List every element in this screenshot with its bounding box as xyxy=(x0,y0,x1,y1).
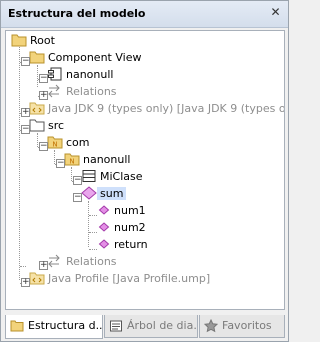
expand-toggle[interactable]: + xyxy=(39,261,48,270)
profile-icon xyxy=(29,272,45,285)
tree-item-nanonull-namespace[interactable]: N nanonull xyxy=(6,151,282,168)
close-button[interactable]: ✕ xyxy=(267,4,284,21)
collapse-toggle[interactable]: − xyxy=(39,142,48,151)
parameter-icon xyxy=(98,205,110,215)
parameter-icon xyxy=(98,239,110,249)
library-icon xyxy=(29,102,45,115)
tree-item-label: num2 xyxy=(114,221,146,234)
tree-item-label: num1 xyxy=(114,204,146,217)
svg-text:N: N xyxy=(69,158,74,166)
expand-toggle[interactable]: + xyxy=(21,108,30,117)
tree-item-label: Relations xyxy=(66,255,117,268)
collapse-toggle[interactable]: − xyxy=(56,159,65,168)
tree-item-label: nanonull xyxy=(66,68,114,81)
tree-item-label: Root xyxy=(30,34,55,47)
diagram-tree-icon xyxy=(110,320,122,332)
tree-item-root[interactable]: Root xyxy=(6,32,282,49)
tab-label: Árbol de dia... xyxy=(127,319,198,332)
tab-label: Estructura d... xyxy=(28,319,103,332)
namespace-icon: N xyxy=(64,153,80,166)
tree-item-src[interactable]: src xyxy=(6,117,282,134)
panel-tab-bar: Estructura d... Árbol de dia... Favorito… xyxy=(5,315,285,339)
panel-title: Estructura del modelo xyxy=(8,7,146,20)
tree-item-label-wrapper: sum xyxy=(97,185,127,202)
expand-toggle[interactable]: + xyxy=(21,278,30,287)
collapse-toggle[interactable]: − xyxy=(73,193,82,202)
tree-item-return[interactable]: return xyxy=(6,236,282,253)
tab-diagram-tree[interactable]: Árbol de dia... xyxy=(104,315,198,338)
relations-icon xyxy=(48,254,60,268)
model-structure-panel: Estructura del modelo ✕ − − + + − − − − … xyxy=(0,0,289,342)
tree-item-component-view[interactable]: Component View xyxy=(6,49,282,66)
tree-item-label: nanonull xyxy=(83,153,131,166)
tree-item-label: MiClase xyxy=(100,170,143,183)
tree-item-label: Relations xyxy=(66,85,117,98)
favorites-icon xyxy=(204,319,218,333)
tree-item-num2[interactable]: num2 xyxy=(6,219,282,236)
root-folder-icon xyxy=(11,34,27,47)
tree-item-sum[interactable]: sum xyxy=(6,185,282,202)
tab-label: Favoritos xyxy=(222,319,272,332)
parameter-icon xyxy=(98,222,110,232)
tree-item-num1[interactable]: num1 xyxy=(6,202,282,219)
collapse-toggle[interactable]: − xyxy=(21,57,30,66)
tree-item-java-profile[interactable]: Java Profile [Java Profile.ump] xyxy=(6,270,282,287)
relations-icon xyxy=(48,84,60,98)
component-icon xyxy=(48,67,62,81)
tree-item-java-jdk[interactable]: Java JDK 9 (types only) [Java JDK 9 (typ… xyxy=(6,100,285,117)
expand-toggle[interactable]: + xyxy=(39,91,48,100)
svg-text:N: N xyxy=(52,141,57,149)
folder-icon xyxy=(29,51,45,64)
collapse-toggle[interactable]: − xyxy=(21,125,30,134)
tree-item-label: Java Profile [Java Profile.ump] xyxy=(48,272,211,285)
tree-item-label: src xyxy=(48,119,65,132)
tab-favorites[interactable]: Favoritos xyxy=(199,315,285,338)
class-icon xyxy=(82,170,96,182)
tree-item-label: return xyxy=(114,238,148,251)
package-icon xyxy=(29,119,45,132)
operation-icon xyxy=(81,186,97,200)
tree-item-label: Java JDK 9 (types only) [Java JDK 9 (typ… xyxy=(48,102,285,115)
tree-item-label: Component View xyxy=(48,51,142,64)
namespace-icon: N xyxy=(47,136,63,149)
tab-model-structure[interactable]: Estructura d... xyxy=(5,315,103,339)
tree-item-miclase[interactable]: MiClase xyxy=(6,168,282,185)
collapse-toggle[interactable]: − xyxy=(39,74,48,83)
tree-item-label: sum xyxy=(97,187,127,200)
model-structure-icon xyxy=(10,320,24,332)
panel-titlebar: Estructura del modelo ✕ xyxy=(1,1,288,28)
collapse-toggle[interactable]: − xyxy=(73,176,82,185)
tree-item-label: com xyxy=(66,136,90,149)
model-tree[interactable]: − − + + − − − − − + + Root Component Vie… xyxy=(5,30,285,310)
